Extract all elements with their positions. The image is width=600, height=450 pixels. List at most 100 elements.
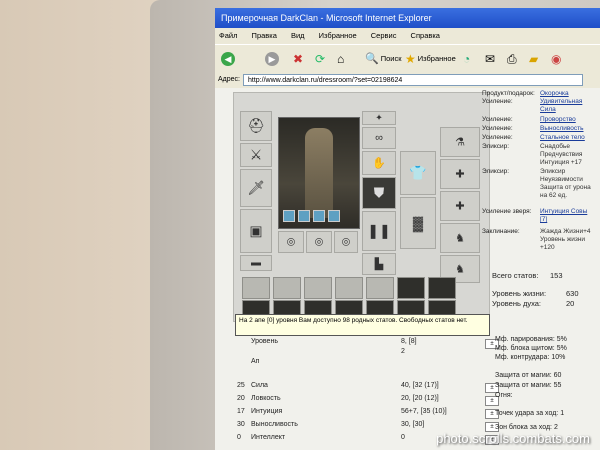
defense-value: 55 <box>553 382 562 389</box>
character-figure <box>305 128 333 218</box>
bag-slot[interactable] <box>397 277 425 299</box>
bag-slot[interactable] <box>304 277 332 299</box>
total-stats-label: Всего статов: <box>492 271 539 280</box>
stat-label: Ловкость <box>251 395 281 402</box>
menu-file[interactable]: Файл <box>219 31 237 40</box>
armor-slot[interactable]: ▣ <box>240 209 272 253</box>
property-label: Эликсир: <box>482 168 510 175</box>
earrings-slot[interactable]: ∞ <box>362 127 396 149</box>
boots-slot[interactable]: ▙ <box>362 253 396 275</box>
address-input[interactable]: http://www.darkclan.ru/dressroom/?set=02… <box>243 74 583 86</box>
stat-index: 17 <box>237 408 245 415</box>
bag-slot[interactable] <box>428 277 456 299</box>
property-link[interactable]: Окорочка <box>540 90 569 98</box>
menu-help[interactable]: Справка <box>411 31 440 40</box>
level-sub-value: 2 <box>401 348 405 355</box>
pet-icon: ✚ <box>455 200 465 213</box>
rune-slot[interactable] <box>313 210 325 222</box>
menu-tools[interactable]: Сервис <box>371 31 397 40</box>
hp-value: 630 <box>566 289 579 298</box>
property-link[interactable]: Интуиция Совы [7] <box>540 208 595 224</box>
level-value: 8, [8] <box>401 338 417 345</box>
favorites-button[interactable]: ★ Избранное <box>405 50 456 68</box>
inventory-panel: ⛑ ⚔ 🗡 ▣ ▬ ◎ ◎ ◎ ✦ ∞ ✋ ⛊ ❚❚ ▙ 👕 ▓ ⚗ ✚ ✚ ♞… <box>233 92 490 322</box>
property-label: Эликсир: <box>482 143 510 150</box>
cloak-slot[interactable]: ▓ <box>400 197 436 249</box>
stop-button[interactable]: ✖ <box>293 50 303 68</box>
mail-icon: ✉ <box>485 52 496 66</box>
stat-label: Интеллект <box>251 434 286 441</box>
stat-label: Сила <box>251 382 268 389</box>
favorites-label: Избранное <box>417 54 456 63</box>
search-label: Поиск <box>380 54 402 63</box>
defense-value: 60 <box>553 372 562 379</box>
amulet-slot[interactable]: ✦ <box>362 111 396 125</box>
combat-value: 1 <box>560 410 565 417</box>
potion-icon: ⚗ <box>455 136 465 149</box>
search-icon: 🔍 <box>365 53 379 65</box>
property-link[interactable]: Удивительная Сила <box>540 98 595 114</box>
address-label: Адрес: <box>218 76 240 83</box>
messenger-icon: ◉ <box>551 52 562 66</box>
stat-value: 30, [30] <box>401 421 425 428</box>
gloves-icon: ✋ <box>372 157 386 170</box>
pet-food-slot[interactable]: ⚗ <box>440 127 480 157</box>
shield-slot[interactable]: ⛊ <box>362 177 396 209</box>
shirt-slot[interactable]: 👕 <box>400 151 436 195</box>
property-link[interactable]: Стальное тело <box>540 134 585 142</box>
armor-icon: ▣ <box>249 222 263 239</box>
bag-slot[interactable] <box>335 277 363 299</box>
property-value: Жажда Жизни+4 Уровень жизни +120 <box>540 228 591 251</box>
refresh-button[interactable]: ⟳ <box>315 50 325 68</box>
ring-slot[interactable]: ◎ <box>334 231 358 253</box>
property-link[interactable]: Выносливость <box>540 125 584 133</box>
menu-edit[interactable]: Правка <box>252 31 277 40</box>
modifier-label: Мф. блока щитом: <box>495 345 555 352</box>
history-button[interactable]: ◔ <box>463 50 470 68</box>
weapon-slot[interactable]: 🗡 <box>240 169 272 207</box>
rune-slot[interactable] <box>328 210 340 222</box>
browser-window: Примерочная DarkClan - Microsoft Interne… <box>215 8 600 450</box>
ring-slot[interactable]: ◎ <box>306 231 332 253</box>
bracers-slot[interactable]: ⚔ <box>240 143 272 167</box>
modifier-row: Мф. блока щитом: 5% <box>495 345 567 352</box>
pet-slot[interactable]: ♞ <box>440 223 480 253</box>
print-button[interactable]: ⎙ <box>507 50 517 68</box>
gloves-slot[interactable]: ✋ <box>362 151 396 175</box>
messenger-button[interactable]: ◉ <box>551 50 561 68</box>
browser-toolbar: ◀ ▶ ✖ ⟳ ⌂ 🔍 Поиск ★ Избранное ◔ ✉ ⎙ ▰ ◉ <box>215 44 600 74</box>
belt-icon: ▬ <box>251 257 261 269</box>
property-label: Усиление: <box>482 116 513 123</box>
modifier-value: 5% <box>556 345 567 352</box>
combat-label: Зон блока за ход: <box>495 424 552 431</box>
pants-icon: ❚❚ <box>367 222 391 239</box>
bag-slot[interactable] <box>273 277 301 299</box>
menu-view[interactable]: Вид <box>291 31 305 40</box>
menu-favorites[interactable]: Избранное <box>319 31 357 40</box>
modifier-row: Мф. парирования: 5% <box>495 336 567 343</box>
pet-slot[interactable]: ✚ <box>440 191 480 221</box>
rune-slot[interactable] <box>298 210 310 222</box>
earrings-icon: ∞ <box>375 132 383 144</box>
defense-row: Огня: <box>495 392 513 399</box>
bag-slot[interactable] <box>366 277 394 299</box>
home-button[interactable]: ⌂ <box>337 50 344 68</box>
combat-row: Зон блока за ход: 2 <box>495 424 558 431</box>
forward-button[interactable]: ▶ <box>265 50 279 68</box>
search-button[interactable]: 🔍 Поиск <box>365 50 402 68</box>
stat-value: 56+7, [35 (10)] <box>401 408 447 415</box>
helmet-slot[interactable]: ⛑ <box>240 111 272 141</box>
ring-slot[interactable]: ◎ <box>278 231 304 253</box>
bracers-icon: ⚔ <box>249 146 263 163</box>
folder-button[interactable]: ▰ <box>529 50 538 68</box>
rune-slot[interactable] <box>283 210 295 222</box>
belt-slot[interactable]: ▬ <box>240 255 272 271</box>
ring-icon: ◎ <box>286 236 296 248</box>
mail-button[interactable]: ✉ <box>485 50 495 68</box>
stat-index: 20 <box>237 395 245 402</box>
bag-slot[interactable] <box>242 277 270 299</box>
pants-slot[interactable]: ❚❚ <box>362 211 396 251</box>
pet-slot[interactable]: ✚ <box>440 159 480 189</box>
property-link[interactable]: Проворство <box>540 116 576 124</box>
back-button[interactable]: ◀ <box>221 50 235 68</box>
